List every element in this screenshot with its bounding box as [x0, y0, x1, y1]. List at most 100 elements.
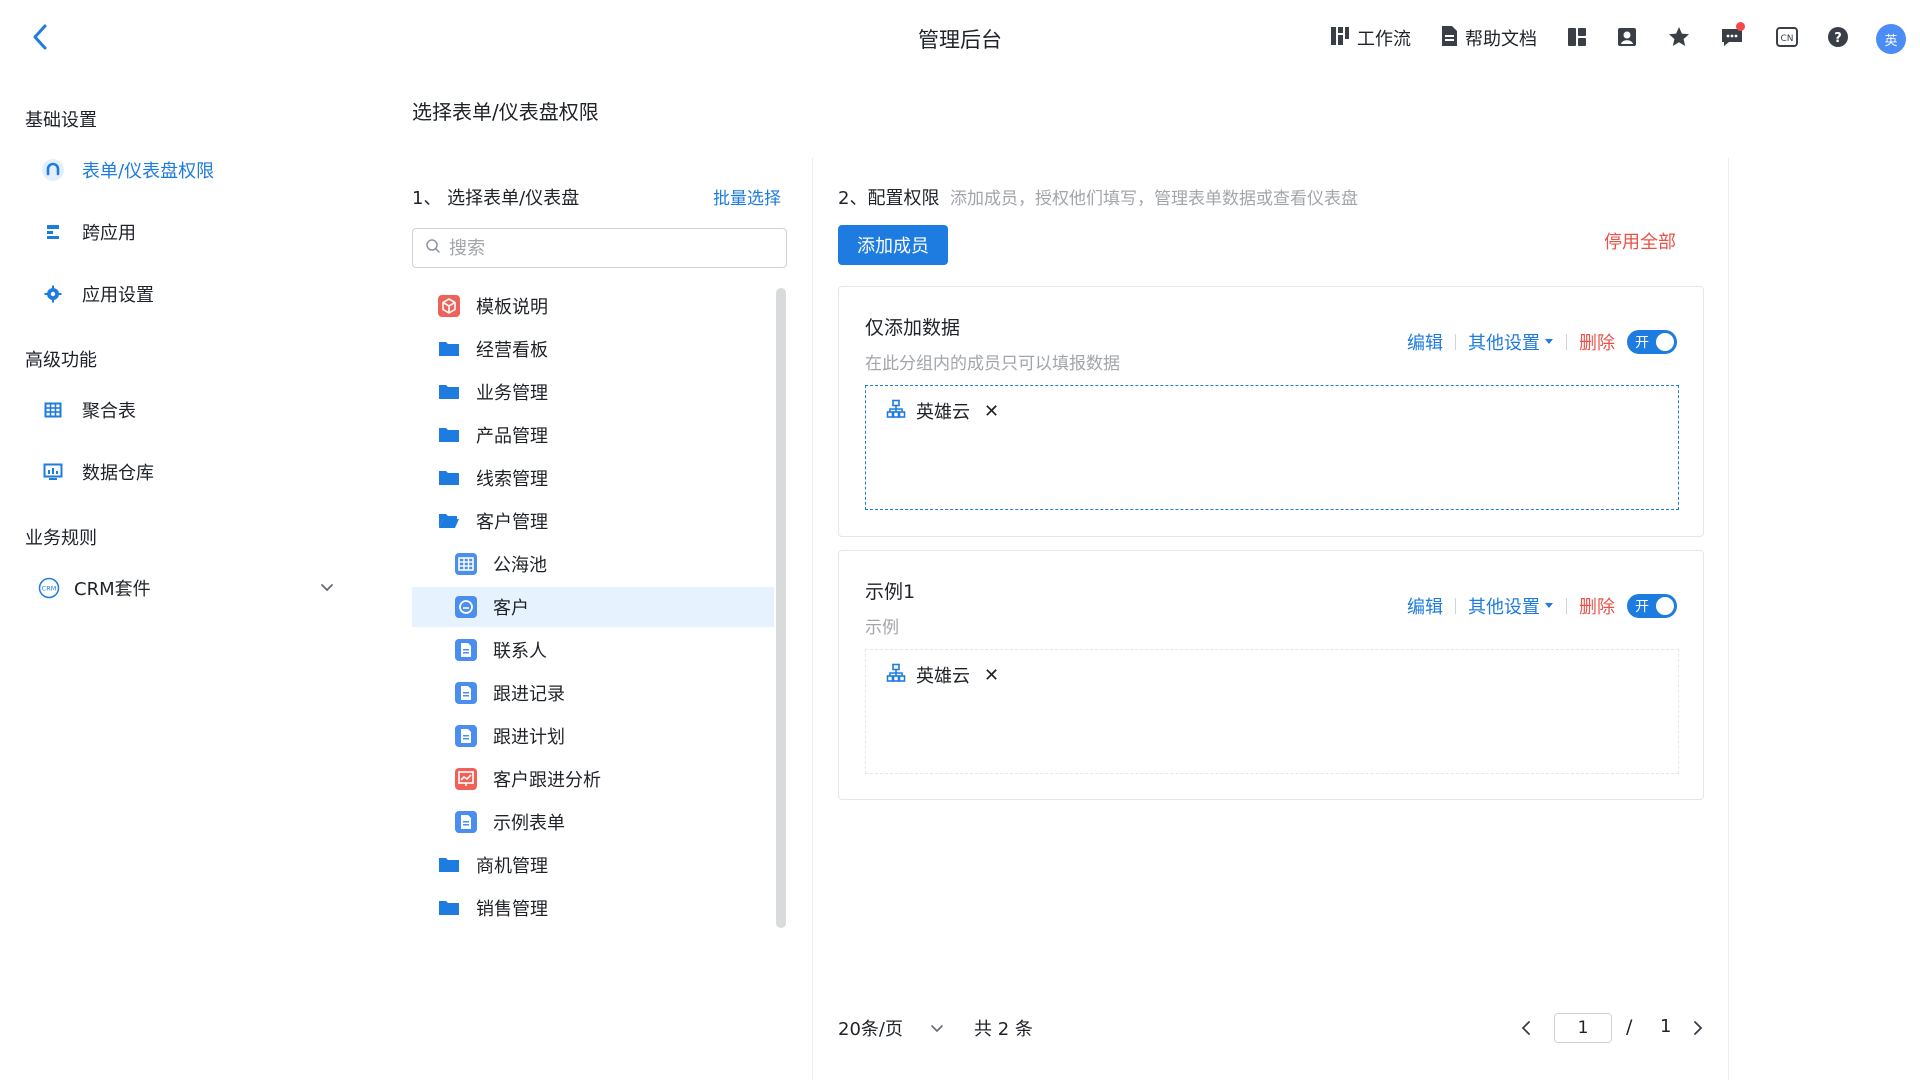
batch-select-link[interactable]: 批量选择 [713, 184, 781, 209]
tree-item[interactable]: 跟进计划 [412, 716, 774, 756]
group-toggle[interactable]: 开 [1627, 594, 1677, 618]
sidebar-item-label: 应用设置 [82, 285, 154, 306]
toggle-knob [1656, 333, 1674, 351]
chevron-down-icon [931, 1025, 943, 1033]
folder-open-icon [436, 508, 462, 534]
edit-link[interactable]: 编辑 [1407, 593, 1443, 619]
group-toggle[interactable]: 开 [1627, 330, 1677, 354]
nav-section-rules: 业务规则 [25, 528, 97, 549]
language-cn-icon[interactable]: CN [1772, 22, 1802, 52]
folder-icon [436, 336, 462, 362]
delete-link[interactable]: 删除 [1579, 329, 1615, 355]
tree-item-label: 跟进计划 [493, 727, 565, 748]
page-size-select[interactable]: 20条/页 [838, 1015, 945, 1041]
page-title: 选择表单/仪表盘权限 [412, 100, 599, 124]
total-pages: 1 [1660, 1016, 1672, 1037]
tree-item-label: 公海池 [493, 555, 547, 576]
add-member-button[interactable]: 添加成员 [838, 225, 948, 265]
tree-item[interactable]: 销售管理 [412, 888, 774, 928]
folder-icon [436, 465, 462, 491]
tree-item[interactable]: 线索管理 [412, 458, 774, 498]
tree-item[interactable]: 联系人 [412, 630, 774, 670]
tree-item-label: 客户 [493, 598, 529, 619]
layout-icon[interactable] [1562, 22, 1592, 52]
help-icon[interactable]: ? [1823, 22, 1853, 52]
member-name: 英雄云 [916, 402, 970, 423]
tree-item[interactable]: 客户 [412, 587, 774, 627]
tree-item-label: 模板说明 [476, 297, 548, 318]
help-docs-button[interactable]: 帮助文档 [1439, 20, 1537, 56]
prev-page-icon[interactable] [1516, 1016, 1536, 1040]
permission-icon [40, 157, 66, 183]
search-input[interactable] [449, 237, 769, 259]
separator [1566, 334, 1567, 350]
delete-link[interactable]: 删除 [1579, 593, 1615, 619]
sidebar-item-label: 数据仓库 [82, 463, 154, 484]
sidebar-item-label: 跨应用 [82, 223, 136, 244]
back-arrow-icon[interactable] [28, 22, 52, 52]
disable-all-button[interactable]: 停用全部 [1604, 228, 1676, 254]
help-docs-label: 帮助文档 [1465, 29, 1537, 50]
tree-item-label: 经营看板 [476, 340, 548, 361]
contact-card-icon[interactable] [1612, 22, 1642, 52]
svg-text:CRM: CRM [42, 585, 57, 593]
monitor-chart-icon [40, 459, 66, 485]
tree-scrollbar[interactable] [776, 288, 786, 928]
sidebar-item-label: 表单/仪表盘权限 [82, 161, 215, 182]
tree-item[interactable]: 经营看板 [412, 329, 774, 369]
next-page-icon[interactable] [1688, 1016, 1708, 1040]
select-form-title: 1、 选择表单/仪表盘 [412, 188, 580, 209]
edit-link[interactable]: 编辑 [1407, 329, 1443, 355]
tree-item[interactable]: 产品管理 [412, 415, 774, 455]
sidebar-item-cross-app[interactable]: 跨应用 [40, 212, 360, 252]
chevron-down-icon[interactable] [318, 578, 336, 596]
separator [1455, 334, 1456, 350]
member-tag: 英雄云 ✕ [886, 662, 999, 688]
separator [1566, 598, 1567, 614]
permission-group-card: 示例1 示例 编辑 其他设置 删除 开 英雄云 ✕ [838, 550, 1704, 800]
tree-item[interactable]: 业务管理 [412, 372, 774, 412]
sidebar-item-aggregate-table[interactable]: 聚合表 [40, 390, 360, 430]
tree-item[interactable]: 客户管理 [412, 501, 774, 541]
tree-item[interactable]: 客户跟进分析 [412, 759, 774, 799]
other-settings-label: 其他设置 [1468, 333, 1540, 354]
org-tree-icon [886, 663, 906, 688]
document-icon [453, 723, 479, 749]
sidebar-item-app-settings[interactable]: 应用设置 [40, 274, 360, 314]
sidebar-item-form-permission[interactable]: 表单/仪表盘权限 [40, 150, 360, 190]
svg-text:CN: CN [1780, 34, 1793, 44]
page-size-label: 20条/页 [838, 1019, 903, 1040]
tree-item[interactable]: 公海池 [412, 544, 774, 584]
tree-item[interactable]: 跟进记录 [412, 673, 774, 713]
page-separator: / [1626, 1016, 1633, 1038]
member-drop-area[interactable]: 英雄云 ✕ [865, 649, 1679, 774]
sidebar-item-data-warehouse[interactable]: 数据仓库 [40, 452, 360, 492]
table-icon [453, 551, 479, 577]
folder-icon [436, 422, 462, 448]
tree-item[interactable]: 示例表单 [412, 802, 774, 842]
message-icon[interactable] [1717, 22, 1747, 52]
cross-app-icon [40, 219, 66, 245]
tree-item-label: 客户管理 [476, 512, 548, 533]
tree-item[interactable]: 商机管理 [412, 845, 774, 885]
tree-item-label: 示例表单 [493, 813, 565, 834]
workflow-button[interactable]: 工作流 [1329, 20, 1411, 56]
remove-member-icon[interactable]: ✕ [984, 665, 999, 686]
search-box[interactable] [412, 228, 787, 268]
tree-item[interactable]: 模板说明 [412, 286, 774, 326]
separator [1455, 598, 1456, 614]
group-actions: 编辑 其他设置 删除 开 [1407, 593, 1677, 619]
folder-icon [436, 895, 462, 921]
document-icon [1439, 25, 1459, 52]
other-settings-dropdown[interactable]: 其他设置 [1468, 329, 1554, 355]
member-drop-area[interactable]: 英雄云 ✕ [865, 385, 1679, 510]
user-avatar[interactable]: 英 [1876, 24, 1906, 54]
remove-member-icon[interactable]: ✕ [984, 401, 999, 422]
page-number-input[interactable] [1554, 1013, 1612, 1043]
group-desc: 在此分组内的成员只可以填报数据 [865, 354, 1120, 374]
config-permission-desc: 添加成员，授权他们填写，管理表单数据或查看仪表盘 [950, 189, 1358, 209]
total-count: 共 2 条 [974, 1019, 1033, 1040]
sidebar-item-crm-suite[interactable]: CRM CRM套件 [36, 568, 356, 608]
other-settings-dropdown[interactable]: 其他设置 [1468, 593, 1554, 619]
star-icon[interactable] [1664, 22, 1694, 52]
